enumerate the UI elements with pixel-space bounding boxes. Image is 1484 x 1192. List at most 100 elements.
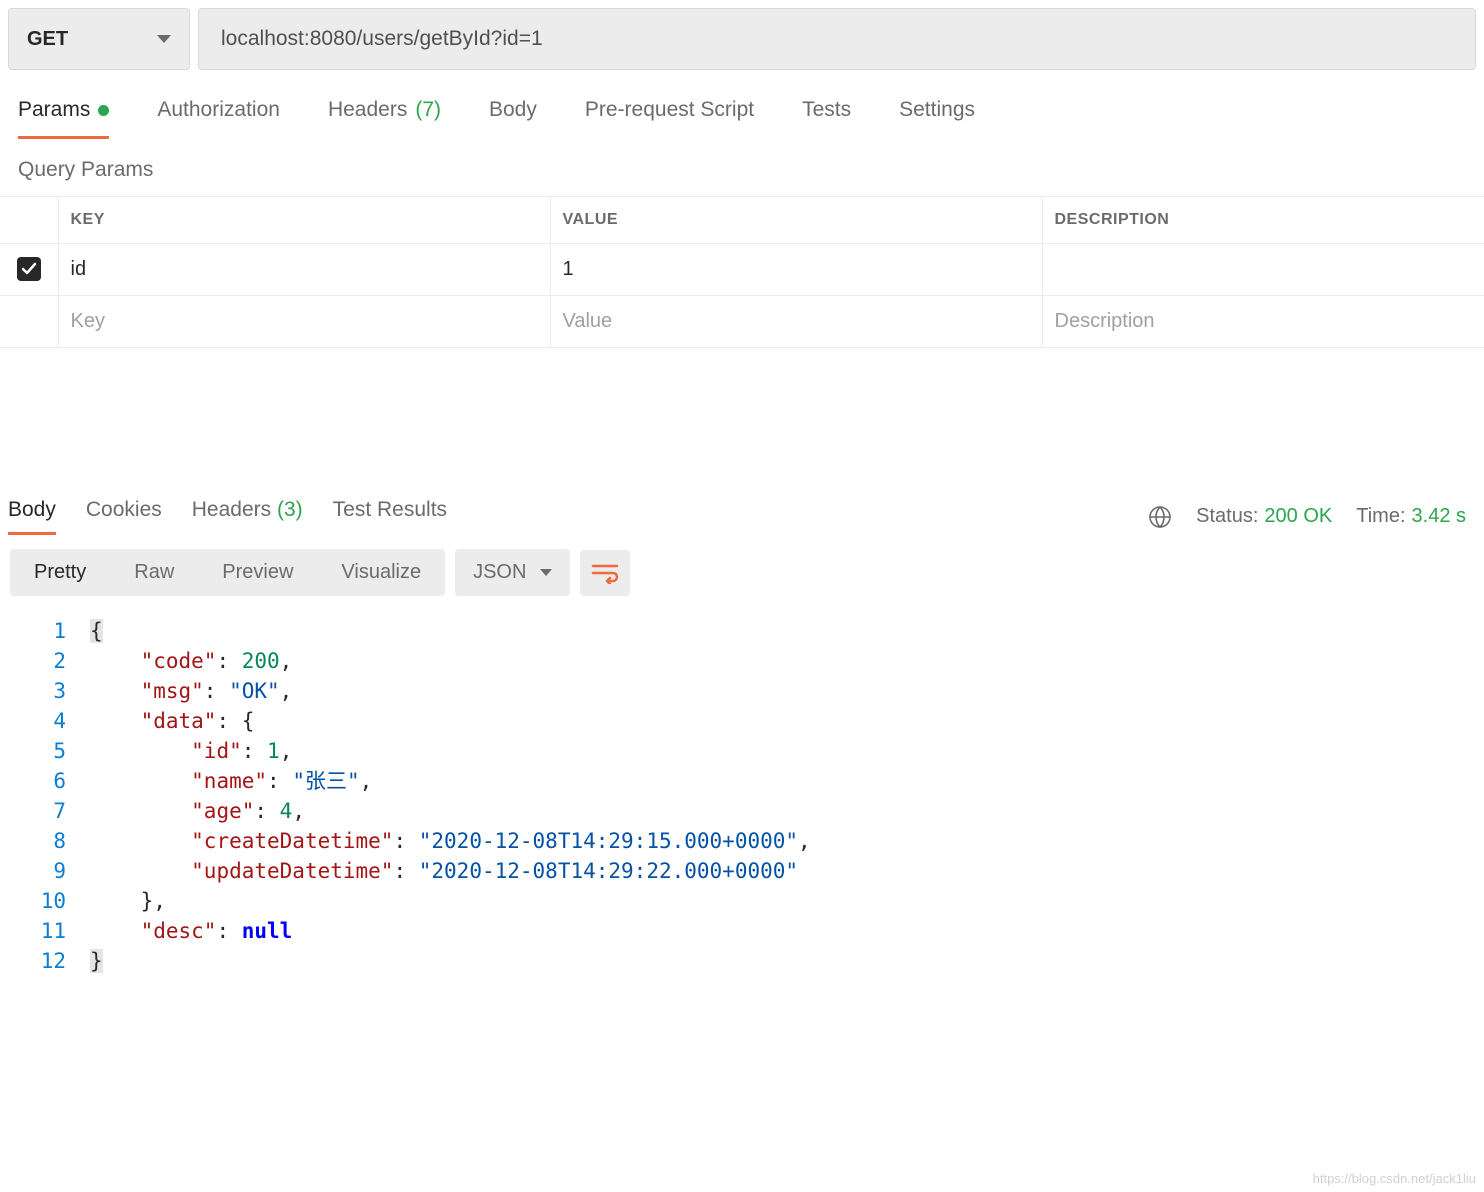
view-preview-button[interactable]: Preview: [198, 549, 317, 596]
tab-headers[interactable]: Headers (7): [328, 98, 441, 139]
row-key[interactable]: id: [58, 244, 550, 296]
code-line: 11 "desc": null: [0, 916, 1484, 946]
tab-body-label: Body: [489, 98, 537, 122]
view-mode-group: Pretty Raw Preview Visualize: [10, 549, 445, 596]
code-content: "data": {: [90, 706, 254, 736]
code-line: 8 "createDatetime": "2020-12-08T14:29:15…: [0, 826, 1484, 856]
tab-headers-count: (7): [415, 98, 441, 122]
line-number: 8: [0, 826, 90, 856]
time-label: Time:: [1356, 505, 1405, 528]
params-active-dot-icon: [98, 105, 109, 116]
query-params-title: Query Params: [0, 140, 1484, 196]
placeholder-value[interactable]: Value: [550, 296, 1042, 348]
line-number: 9: [0, 856, 90, 886]
tab-authorization[interactable]: Authorization: [157, 98, 280, 139]
checkbox-checked-icon[interactable]: [17, 257, 41, 281]
tab-settings[interactable]: Settings: [899, 98, 975, 139]
rtab-cookies-label: Cookies: [86, 498, 162, 521]
header-value: VALUE: [550, 197, 1042, 244]
placeholder-description[interactable]: Description: [1042, 296, 1484, 348]
rtab-headers-count: (3): [277, 498, 303, 521]
row-description[interactable]: [1042, 244, 1484, 296]
url-input[interactable]: localhost:8080/users/getById?id=1: [198, 8, 1476, 70]
rtab-headers-label: Headers: [192, 498, 271, 521]
code-line: 4 "data": {: [0, 706, 1484, 736]
status-value: 200 OK: [1264, 505, 1332, 528]
tab-params-label: Params: [18, 98, 90, 122]
rtab-cookies[interactable]: Cookies: [86, 498, 162, 535]
code-content: "code": 200,: [90, 646, 292, 676]
request-bar: GET localhost:8080/users/getById?id=1: [0, 0, 1484, 78]
response-body[interactable]: 1{2 "code": 200,3 "msg": "OK",4 "data": …: [0, 610, 1484, 976]
line-number: 6: [0, 766, 90, 796]
format-label: JSON: [473, 561, 526, 584]
view-pretty-button[interactable]: Pretty: [10, 549, 110, 596]
method-select[interactable]: GET: [8, 8, 190, 70]
code-line: 1{: [0, 616, 1484, 646]
header-description: DESCRIPTION: [1042, 197, 1484, 244]
line-number: 11: [0, 916, 90, 946]
placeholder-key[interactable]: Key: [58, 296, 550, 348]
code-line: 10 },: [0, 886, 1484, 916]
watermark: https://blog.csdn.net/jack1liu: [1313, 1171, 1476, 1186]
tab-params[interactable]: Params: [18, 98, 109, 139]
code-content: "updateDatetime": "2020-12-08T14:29:22.0…: [90, 856, 798, 886]
wrap-icon: [591, 562, 619, 584]
chevron-down-icon: [157, 35, 171, 43]
tab-prerequest[interactable]: Pre-request Script: [585, 98, 754, 139]
code-content: "age": 4,: [90, 796, 305, 826]
response-meta: Status: 200 OK Time: 3.42 s: [1148, 505, 1466, 529]
code-line: 3 "msg": "OK",: [0, 676, 1484, 706]
rtab-test-results[interactable]: Test Results: [333, 498, 447, 535]
chevron-down-icon: [540, 569, 552, 576]
request-tabs: Params Authorization Headers (7) Body Pr…: [0, 78, 1484, 140]
line-number: 3: [0, 676, 90, 706]
code-content: "msg": "OK",: [90, 676, 292, 706]
code-content: "name": "张三",: [90, 766, 372, 796]
view-raw-button[interactable]: Raw: [110, 549, 198, 596]
code-content: },: [90, 886, 166, 916]
tab-settings-label: Settings: [899, 98, 975, 122]
rtab-headers[interactable]: Headers (3): [192, 498, 303, 535]
url-text: localhost:8080/users/getById?id=1: [221, 27, 543, 51]
code-line: 7 "age": 4,: [0, 796, 1484, 826]
code-content: "createDatetime": "2020-12-08T14:29:15.0…: [90, 826, 811, 856]
tab-auth-label: Authorization: [157, 98, 280, 122]
tab-tests[interactable]: Tests: [802, 98, 851, 139]
globe-icon[interactable]: [1148, 505, 1172, 529]
tab-body[interactable]: Body: [489, 98, 537, 139]
code-content: }: [90, 946, 103, 976]
code-content: "desc": null: [90, 916, 292, 946]
code-line: 9 "updateDatetime": "2020-12-08T14:29:22…: [0, 856, 1484, 886]
line-number: 2: [0, 646, 90, 676]
rtab-body-label: Body: [8, 498, 56, 521]
table-row: id 1: [0, 244, 1484, 296]
rtab-body[interactable]: Body: [8, 498, 56, 535]
format-select[interactable]: JSON: [455, 549, 570, 596]
status-label: Status:: [1196, 505, 1258, 528]
code-content: "id": 1,: [90, 736, 292, 766]
header-key: KEY: [58, 197, 550, 244]
tab-headers-label: Headers: [328, 98, 407, 122]
line-number: 10: [0, 886, 90, 916]
code-line: 5 "id": 1,: [0, 736, 1484, 766]
query-params-table: KEY VALUE DESCRIPTION id 1 Key Value Des…: [0, 196, 1484, 348]
view-visualize-button[interactable]: Visualize: [317, 549, 445, 596]
time-value: 3.42 s: [1412, 505, 1466, 528]
tab-tests-label: Tests: [802, 98, 851, 122]
tab-prerequest-label: Pre-request Script: [585, 98, 754, 122]
line-number: 12: [0, 946, 90, 976]
line-number: 5: [0, 736, 90, 766]
line-number: 7: [0, 796, 90, 826]
line-number: 4: [0, 706, 90, 736]
code-line: 12}: [0, 946, 1484, 976]
response-tabs: Body Cookies Headers (3) Test Results St…: [0, 468, 1484, 535]
rtab-test-results-label: Test Results: [333, 498, 447, 521]
body-toolbar: Pretty Raw Preview Visualize JSON: [0, 535, 1484, 610]
code-content: {: [90, 616, 103, 646]
row-checkbox-cell[interactable]: [0, 244, 58, 296]
wrap-lines-button[interactable]: [580, 550, 630, 596]
row-value[interactable]: 1: [550, 244, 1042, 296]
table-row-placeholder: Key Value Description: [0, 296, 1484, 348]
line-number: 1: [0, 616, 90, 646]
